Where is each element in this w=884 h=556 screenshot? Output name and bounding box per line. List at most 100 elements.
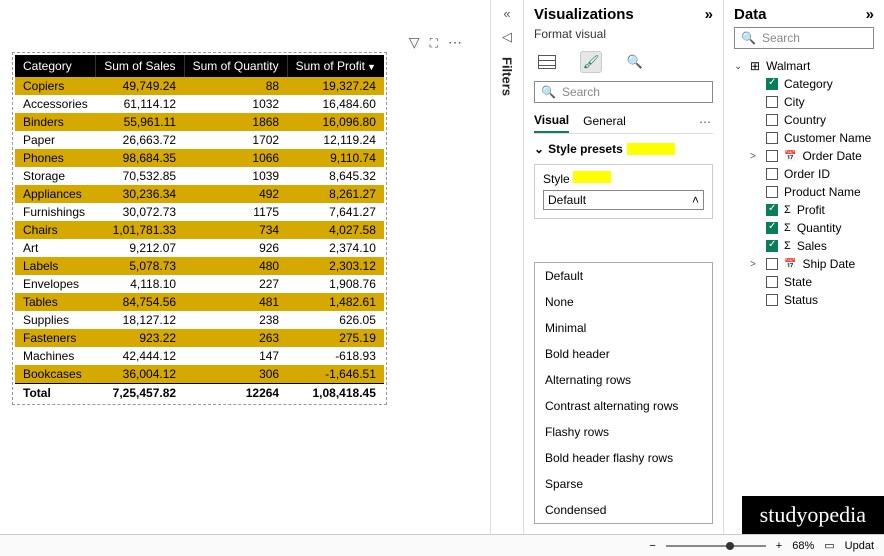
zoom-slider[interactable] bbox=[666, 545, 766, 547]
field-checkbox[interactable] bbox=[766, 114, 778, 126]
highlight-marker bbox=[573, 171, 611, 183]
table-row[interactable]: Supplies18,127.12238626.05 bbox=[15, 311, 384, 329]
bookmark-icon[interactable]: ◁ bbox=[502, 29, 512, 45]
report-table-visual[interactable]: CategorySum of SalesSum of QuantitySum o… bbox=[12, 52, 387, 405]
style-option[interactable]: Default bbox=[535, 263, 712, 289]
table-icon: ⊞ bbox=[750, 59, 760, 73]
field-checkbox[interactable] bbox=[766, 150, 778, 162]
table-row[interactable]: Copiers49,749.248819,327.24 bbox=[15, 77, 384, 95]
field-row[interactable]: >📅Order Date bbox=[734, 147, 874, 165]
table-row[interactable]: Chairs1,01,781.337344,027.58 bbox=[15, 221, 384, 239]
field-name: Order Date bbox=[802, 149, 861, 163]
column-header[interactable]: Sum of Quantity bbox=[184, 55, 287, 77]
table-row[interactable]: Paper26,663.72170212,119.24 bbox=[15, 131, 384, 149]
field-row[interactable]: State bbox=[734, 273, 874, 291]
field-row[interactable]: Product Name bbox=[734, 183, 874, 201]
field-row[interactable]: ΣQuantity bbox=[734, 219, 874, 237]
tab-visual[interactable]: Visual bbox=[534, 111, 569, 133]
field-name: Category bbox=[784, 77, 833, 91]
style-select[interactable]: Default ˄ bbox=[543, 190, 704, 210]
table-row[interactable]: Appliances30,236.344928,261.27 bbox=[15, 185, 384, 203]
table-row[interactable]: Binders55,961.11186816,096.80 bbox=[15, 113, 384, 131]
table-row[interactable]: Furnishings30,072.7311757,641.27 bbox=[15, 203, 384, 221]
table-row[interactable]: Accessories61,114.12103216,484.60 bbox=[15, 95, 384, 113]
field-row[interactable]: ΣSales bbox=[734, 237, 874, 255]
filter-icon[interactable] bbox=[409, 34, 420, 51]
format-visual-tab-icon[interactable]: 🖌 bbox=[580, 51, 602, 73]
fit-to-page-icon[interactable]: ▭ bbox=[824, 539, 834, 552]
field-row[interactable]: Order ID bbox=[734, 165, 874, 183]
style-option[interactable]: Bold header flashy rows bbox=[535, 445, 712, 471]
style-option[interactable]: Bold header bbox=[535, 341, 712, 367]
table-row[interactable]: Phones98,684.3510669,110.74 bbox=[15, 149, 384, 167]
style-option[interactable]: Flashy rows bbox=[535, 419, 712, 445]
field-row[interactable]: City bbox=[734, 93, 874, 111]
table-row[interactable]: Labels5,078.734802,303.12 bbox=[15, 257, 384, 275]
table-row[interactable]: Tables84,754.564811,482.61 bbox=[15, 293, 384, 311]
field-row[interactable]: ΣProfit bbox=[734, 201, 874, 219]
field-name: Country bbox=[784, 113, 826, 127]
search-icon: 🔍 bbox=[741, 31, 756, 45]
tab-general[interactable]: General bbox=[583, 112, 626, 132]
field-checkbox[interactable] bbox=[766, 132, 778, 144]
table-row[interactable]: Art9,212.079262,374.10 bbox=[15, 239, 384, 257]
column-header[interactable]: Sum of Profit▼ bbox=[287, 55, 384, 77]
sigma-icon: Σ bbox=[784, 222, 791, 234]
field-row[interactable]: Country bbox=[734, 111, 874, 129]
update-status: Updat bbox=[845, 540, 874, 552]
field-name: Sales bbox=[797, 239, 827, 253]
data-search-input[interactable]: 🔍 Search bbox=[734, 27, 874, 49]
collapse-viz-icon[interactable]: » bbox=[705, 6, 713, 23]
analytics-tab-icon[interactable]: 🔍 bbox=[624, 51, 646, 73]
field-name: Customer Name bbox=[784, 131, 871, 145]
chevron-down-icon: ⌄ bbox=[734, 61, 744, 72]
field-checkbox[interactable] bbox=[766, 294, 778, 306]
table-row[interactable]: Storage70,532.8510398,645.32 bbox=[15, 167, 384, 185]
style-presets-section[interactable]: ⌄ Style presets bbox=[534, 142, 713, 156]
table-row[interactable]: Machines42,444.12147-618.93 bbox=[15, 347, 384, 365]
table-row[interactable]: Fasteners923.22263275.19 bbox=[15, 329, 384, 347]
style-option[interactable]: None bbox=[535, 289, 712, 315]
tab-more-icon[interactable]: ⋯ bbox=[699, 115, 713, 129]
style-option[interactable]: Condensed bbox=[535, 497, 712, 523]
field-name: Product Name bbox=[784, 185, 861, 199]
zoom-in-button[interactable]: + bbox=[776, 540, 782, 552]
field-checkbox[interactable] bbox=[766, 240, 778, 252]
build-visual-tab-icon[interactable] bbox=[536, 51, 558, 73]
column-header[interactable]: Category bbox=[15, 55, 96, 77]
zoom-out-button[interactable]: − bbox=[649, 540, 655, 552]
field-checkbox[interactable] bbox=[766, 168, 778, 180]
format-search-input[interactable]: 🔍 Search bbox=[534, 81, 713, 103]
field-row[interactable]: Category bbox=[734, 75, 874, 93]
style-option[interactable]: Sparse bbox=[535, 471, 712, 497]
data-title: Data bbox=[734, 6, 767, 23]
expand-filters-icon[interactable]: « bbox=[503, 6, 510, 21]
field-row[interactable]: Customer Name bbox=[734, 129, 874, 147]
field-checkbox[interactable] bbox=[766, 78, 778, 90]
style-option[interactable]: Alternating rows bbox=[535, 367, 712, 393]
table-row[interactable]: Envelopes4,118.102271,908.76 bbox=[15, 275, 384, 293]
field-name: Order ID bbox=[784, 167, 830, 181]
style-option[interactable]: Contrast alternating rows bbox=[535, 393, 712, 419]
field-row[interactable]: >📅Ship Date bbox=[734, 255, 874, 273]
field-checkbox[interactable] bbox=[766, 222, 778, 234]
more-options-icon[interactable] bbox=[448, 34, 462, 51]
field-checkbox[interactable] bbox=[766, 276, 778, 288]
field-checkbox[interactable] bbox=[766, 204, 778, 216]
field-checkbox[interactable] bbox=[766, 258, 778, 270]
collapse-data-icon[interactable]: » bbox=[866, 6, 874, 23]
watermark: studyopedia bbox=[742, 496, 884, 534]
filters-pane-collapsed[interactable]: « ◁ Filters bbox=[490, 0, 524, 556]
field-name: Profit bbox=[797, 203, 825, 217]
style-option[interactable]: Minimal bbox=[535, 315, 712, 341]
format-visual-subtitle: Format visual bbox=[534, 27, 713, 41]
table-walmart[interactable]: ⌄ ⊞ Walmart bbox=[734, 57, 874, 75]
focus-mode-icon[interactable] bbox=[430, 34, 438, 51]
table-row[interactable]: Bookcases36,004.12306-1,646.51 bbox=[15, 365, 384, 384]
column-header[interactable]: Sum of Sales bbox=[96, 55, 184, 77]
field-row[interactable]: Status bbox=[734, 291, 874, 309]
field-checkbox[interactable] bbox=[766, 96, 778, 108]
chevron-right-icon: > bbox=[750, 151, 760, 162]
field-checkbox[interactable] bbox=[766, 186, 778, 198]
status-bar: − + 68% ▭ Updat bbox=[0, 534, 884, 556]
